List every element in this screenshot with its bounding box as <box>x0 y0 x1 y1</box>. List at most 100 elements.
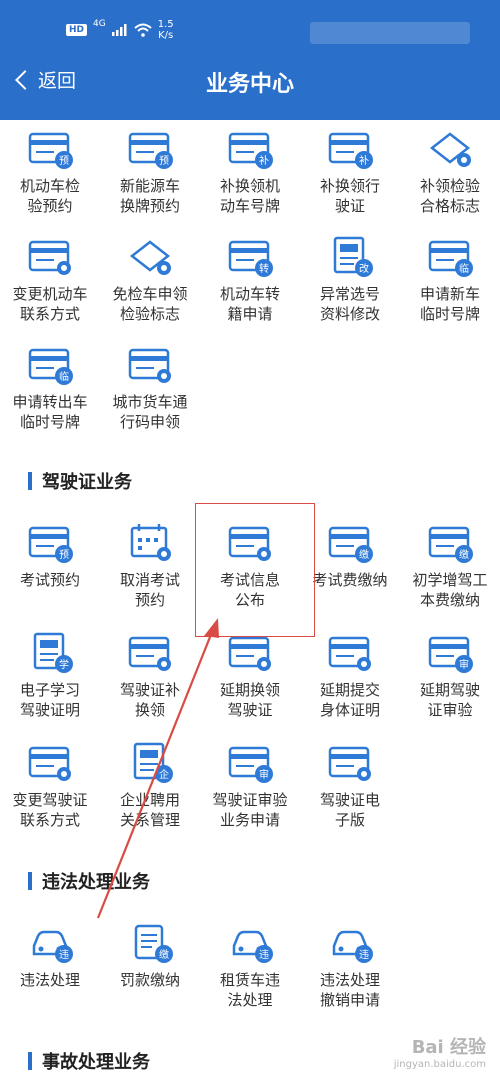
review-apply-icon: 审 <box>226 740 274 784</box>
svg-text:审: 审 <box>459 658 469 671</box>
exam-fee-icon: 缴 <box>326 520 374 564</box>
svg-text:缴: 缴 <box>159 948 169 961</box>
enterprise-doc-icon: 企 <box>126 740 174 784</box>
svg-text:临: 临 <box>459 262 469 275</box>
service-item[interactable]: 延期提交 身体证明 <box>300 630 400 720</box>
plate-card-icon: 预 <box>126 126 174 170</box>
svg-text:缴: 缴 <box>359 548 369 561</box>
service-item-label: 违法处理 <box>19 971 80 989</box>
service-item[interactable]: 改异常选号 资料修改 <box>300 234 400 324</box>
watermark: Bai 经验 jingyan.baidu.com <box>394 1033 486 1070</box>
service-item-label: 驾驶证补 换领 <box>119 681 180 719</box>
svg-text:补: 补 <box>359 154 369 167</box>
section-header-accident: 事故处理业务 <box>28 1048 150 1074</box>
contact-change-icon <box>26 740 74 784</box>
svg-text:企: 企 <box>159 768 169 781</box>
section-accent-bar <box>28 472 32 490</box>
service-item-label: 变更驾驶证 联系方式 <box>12 791 88 829</box>
speed-value: 1.5 <box>157 19 174 30</box>
svg-text:补: 补 <box>259 154 269 167</box>
service-item[interactable]: 驾驶证补 换领 <box>100 630 200 720</box>
service-item[interactable]: 取消考试 预约 <box>100 520 200 610</box>
health-cert-icon <box>326 630 374 674</box>
section-header-driving-license: 驾驶证业务 <box>28 468 132 494</box>
service-item-label: 异常选号 资料修改 <box>319 285 380 323</box>
svg-text:缴: 缴 <box>459 548 469 561</box>
service-item[interactable]: 变更机动车 联系方式 <box>0 234 100 324</box>
service-item-label: 考试预约 <box>19 571 80 589</box>
service-item[interactable]: 补领检验 合格标志 <box>400 126 500 216</box>
license-card-icon: 补 <box>326 126 374 170</box>
service-item[interactable]: 审延期驾驶 证审验 <box>400 630 500 720</box>
svg-text:转: 转 <box>259 262 269 275</box>
service-item[interactable]: 转机动车转 籍申请 <box>200 234 300 324</box>
service-item-label: 免检车申领 检验标志 <box>112 285 188 323</box>
service-item[interactable]: 预机动车检 验预约 <box>0 126 100 216</box>
service-item[interactable]: 缴罚款缴纳 <box>100 920 200 990</box>
service-item-label: 城市货车通 行码申领 <box>112 393 188 431</box>
service-item-label: 申请转出车 临时号牌 <box>12 393 88 431</box>
service-item-label: 驾驶证电 子版 <box>319 791 380 829</box>
page-title: 业务中心 <box>205 72 294 97</box>
service-item[interactable]: 临申请新车 临时号牌 <box>400 234 500 324</box>
service-item-label: 延期提交 身体证明 <box>319 681 380 719</box>
service-item[interactable]: 驾驶证电 子版 <box>300 740 400 830</box>
service-item[interactable]: 补补换领机 动车号牌 <box>200 126 300 216</box>
service-item[interactable]: 补补换领行 驶证 <box>300 126 400 216</box>
vehicle-card-icon <box>26 234 74 278</box>
svg-text:违: 违 <box>359 949 369 961</box>
service-item-label: 补换领机 动车号牌 <box>219 177 280 215</box>
watermark-logo-text: Bai 经验 <box>411 1037 486 1058</box>
e-license-icon <box>326 740 374 784</box>
service-item-label: 电子学习 驾驶证明 <box>19 681 80 719</box>
car-violation-icon: 违 <box>26 920 74 964</box>
svg-text:临: 临 <box>59 370 69 383</box>
speed-unit: K/s <box>158 30 174 41</box>
svg-text:改: 改 <box>359 262 369 275</box>
service-item[interactable]: 临申请转出车 临时号牌 <box>0 342 100 432</box>
service-item-label: 驾驶证审验 业务申请 <box>212 791 288 829</box>
service-item-label: 延期驾驶 证审验 <box>419 681 480 719</box>
wifi-icon <box>134 23 152 37</box>
service-item[interactable]: 延期换领 驾驶证 <box>200 630 300 720</box>
service-item[interactable]: 城市货车通 行码申领 <box>100 342 200 432</box>
service-item[interactable]: 免检车申领 检验标志 <box>100 234 200 324</box>
service-item[interactable]: 预新能源车 换牌预约 <box>100 126 200 216</box>
fine-scroll-icon: 缴 <box>126 920 174 964</box>
service-item[interactable]: 审驾驶证审验 业务申请 <box>200 740 300 830</box>
network-indicator: 4G <box>93 19 106 29</box>
highlight-box <box>195 503 315 637</box>
service-item[interactable]: 预考试预约 <box>0 520 100 590</box>
transfer-card-icon: 转 <box>226 234 274 278</box>
section-title: 驾驶证业务 <box>42 472 132 493</box>
service-item-label: 延期换领 驾驶证 <box>219 681 280 719</box>
service-item[interactable]: 企企业聘用 关系管理 <box>100 740 200 830</box>
svg-text:违: 违 <box>259 949 269 961</box>
service-item[interactable]: 缴考试费缴纳 <box>300 520 400 590</box>
service-item[interactable]: 违违法处理 <box>0 920 100 990</box>
service-item-label: 取消考试 预约 <box>119 571 180 609</box>
service-item-label: 新能源车 换牌预约 <box>119 177 180 215</box>
svg-text:预: 预 <box>59 549 69 561</box>
service-item[interactable]: 违违法处理 撤销申请 <box>300 920 400 1010</box>
inspection-tag-icon <box>426 126 474 170</box>
service-item-label: 机动车转 籍申请 <box>219 285 280 323</box>
service-item[interactable]: 变更驾驶证 联系方式 <box>0 740 100 830</box>
service-item-label: 补领检验 合格标志 <box>419 177 480 215</box>
network-speed: 1.5 K/s <box>158 19 174 41</box>
section-accent-bar <box>28 872 32 890</box>
learner-doc-icon: 学 <box>26 630 74 674</box>
service-item[interactable]: 违租赁车违 法处理 <box>200 920 300 1010</box>
svg-text:预: 预 <box>59 155 69 167</box>
document-edit-icon: 改 <box>326 234 374 278</box>
plate-card-icon: 补 <box>226 126 274 170</box>
temp-plate-icon: 临 <box>426 234 474 278</box>
hd-indicator: HD <box>66 24 88 36</box>
section-accent-bar <box>28 1052 32 1070</box>
service-item[interactable]: 缴初学增驾工 本费缴纳 <box>400 520 500 610</box>
section-header-violation: 违法处理业务 <box>28 868 150 894</box>
rental-car-icon: 违 <box>226 920 274 964</box>
watermark-url: jingyan.baidu.com <box>393 1059 486 1070</box>
service-item-label: 初学增驾工 本费缴纳 <box>412 571 488 609</box>
service-item[interactable]: 学电子学习 驾驶证明 <box>0 630 100 720</box>
